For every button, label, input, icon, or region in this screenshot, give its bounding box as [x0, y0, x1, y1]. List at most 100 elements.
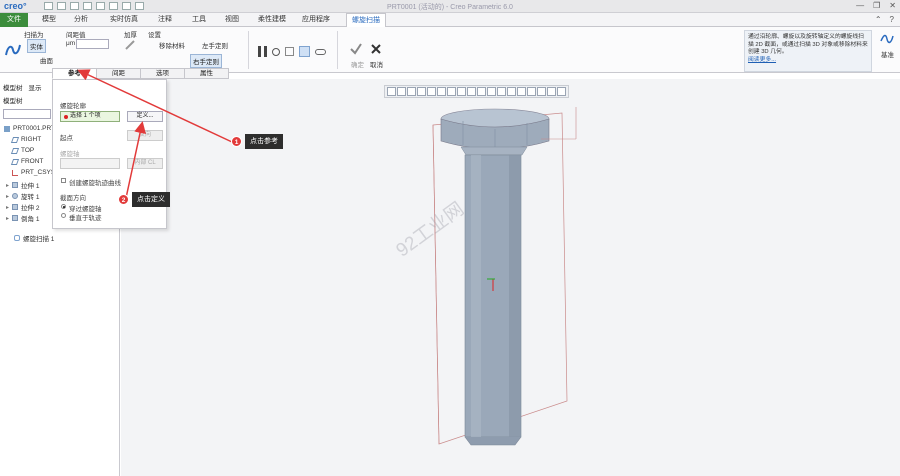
tree-item-revolve-1[interactable]: ▸ 旋转 1: [6, 191, 39, 201]
pause-icon[interactable]: [258, 46, 267, 57]
tab-analysis[interactable]: 分析: [66, 13, 96, 27]
pitch-label: 间距值: [66, 32, 86, 39]
tab-flexible-modeling[interactable]: 柔性建模: [254, 13, 290, 27]
csys-icon: [12, 169, 18, 176]
section-direction-label: 截面方向: [60, 195, 86, 202]
tree-item-extrude-1[interactable]: ▸ 拉伸 1: [6, 180, 39, 190]
tab-display[interactable]: 显示: [26, 79, 45, 93]
expand-icon[interactable]: ⌃: [875, 15, 882, 24]
helix-profile-collector[interactable]: 选择 1 个项: [60, 111, 120, 122]
read-more-link[interactable]: 阅读更多...: [748, 57, 776, 63]
restore-icon[interactable]: ❐: [873, 1, 880, 10]
tab-annotate[interactable]: 注释: [150, 13, 180, 27]
normal-to-trajectory-radio[interactable]: [61, 213, 66, 218]
tree-item-front[interactable]: FRONT: [10, 158, 43, 165]
define-button[interactable]: 定义...: [127, 111, 163, 122]
pause-preview-group: [258, 46, 326, 57]
expand-arrow-icon[interactable]: ▸: [6, 204, 9, 211]
expand-arrow-icon[interactable]: ▸: [6, 193, 9, 200]
thicken-icon[interactable]: [125, 40, 135, 50]
tab-tools[interactable]: 工具: [184, 13, 214, 27]
tree-item-label: 倒角 1: [21, 216, 40, 223]
feature-description: 通过沿轮廓、螺旋以及旋转轴定义的螺旋线扫描 2D 截面，或通过扫描 3D 对象或…: [744, 30, 872, 72]
expand-arrow-icon[interactable]: ▸: [6, 215, 9, 222]
callout-click-define: 点击定义: [132, 192, 170, 207]
tab-model-tree[interactable]: 模型树: [0, 79, 26, 93]
callout-badge-2: 2: [118, 194, 129, 205]
pitch-unit: μm: [66, 40, 76, 47]
menu-bar: 文件 模型 分析 实时仿真 注释 工具 视图 柔性建模 应用程序 螺旋扫描 ⌃ …: [0, 13, 900, 27]
tree-item-extrude-2[interactable]: ▸ 拉伸 2: [6, 202, 39, 212]
preview-icon[interactable]: [285, 47, 294, 56]
sweep-as-label: 扫描为: [24, 32, 44, 39]
menubar-right-icons: ⌃ ?: [875, 15, 894, 24]
check-icon[interactable]: [350, 43, 362, 55]
internal-cl-button[interactable]: 内部 CL: [127, 158, 163, 169]
plane-icon: [10, 136, 20, 143]
datum-icon[interactable]: [880, 33, 894, 45]
remove-material-button[interactable]: 移除材料: [159, 40, 185, 50]
stop-icon[interactable]: [272, 48, 280, 56]
helical-sweep-icon: [5, 44, 21, 56]
tab-options[interactable]: 选项: [140, 68, 185, 79]
tree-item-part[interactable]: PRT0001.PRT: [4, 125, 55, 132]
tree-item-label: 拉伸 1: [21, 183, 40, 190]
tree-item-label: PRT0001.PRT: [13, 125, 56, 132]
through-axis-radio[interactable]: [61, 204, 66, 209]
tree-item-right[interactable]: RIGHT: [10, 136, 41, 143]
settings-label: 设置: [148, 32, 161, 39]
helix-axis-label: 螺旋轴: [60, 151, 80, 158]
create-curve-label: 创建螺旋轨迹曲线: [69, 180, 121, 187]
window-title: PRT0001 (活动的) - Creo Parametric 6.0: [387, 4, 513, 11]
tab-properties[interactable]: 属性: [184, 68, 229, 79]
callout-badge-1: 1: [231, 136, 242, 147]
expand-arrow-icon[interactable]: ▸: [6, 182, 9, 189]
thicken-label: 加厚: [124, 32, 137, 39]
helical-sweep-tree-icon: [14, 235, 20, 241]
model-tree-label[interactable]: 模型树: [3, 95, 23, 105]
dashboard-subtabs: 参考 间距 选项 属性: [52, 68, 229, 79]
tree-item-label: 螺旋扫描 1: [23, 236, 55, 243]
tab-helical-sweep[interactable]: 螺旋扫描: [346, 13, 386, 27]
help-icon[interactable]: ?: [890, 15, 894, 24]
tab-pitch[interactable]: 间距: [96, 68, 141, 79]
tab-references[interactable]: 参考: [52, 68, 97, 79]
tab-live-simulation[interactable]: 实时仿真: [106, 13, 142, 27]
flip-start-button[interactable]: 反向: [127, 130, 163, 141]
start-point-label: 起点: [60, 135, 73, 142]
close-icon[interactable]: ✕: [889, 1, 896, 10]
right-hand-button[interactable]: 右手定则: [190, 54, 222, 68]
left-hand-button[interactable]: 左手定则: [202, 40, 228, 50]
tree-item-chamfer-1[interactable]: ▸ 倒角 1: [6, 213, 39, 223]
pitch-input[interactable]: [76, 39, 109, 49]
tree-filter-input[interactable]: [3, 109, 51, 119]
minimize-icon[interactable]: —: [856, 1, 864, 10]
description-text: 通过沿轮廓、螺旋以及旋转轴定义的螺旋线扫描 2D 截面，或通过扫描 3D 对象或…: [748, 34, 868, 55]
verify-icon[interactable]: [299, 46, 310, 57]
tab-applications[interactable]: 应用程序: [298, 13, 334, 27]
tree-item-label: TOP: [21, 147, 35, 154]
collector-text: 选择 1 个项: [70, 113, 101, 119]
helix-axis-field[interactable]: [60, 158, 120, 169]
ribbon: 扫描为 实体 曲面 间距值 μm 加厚 设置 移除材料 左手定则 右手定则 确定…: [0, 27, 900, 73]
required-dot-icon: [64, 115, 68, 119]
datum-label[interactable]: 基准: [881, 49, 894, 59]
tree-item-label: 拉伸 2: [21, 205, 40, 212]
cancel-button[interactable]: 取消: [370, 59, 383, 69]
plane-icon: [10, 158, 20, 165]
surface-button[interactable]: 曲面: [40, 55, 53, 65]
tree-item-label: 旋转 1: [21, 194, 40, 201]
create-curve-checkbox[interactable]: [61, 178, 66, 183]
cancel-icon[interactable]: [371, 44, 381, 54]
tab-file[interactable]: 文件: [0, 13, 28, 27]
tab-view[interactable]: 视图: [217, 13, 247, 27]
window-controls: — ❐ ✕: [856, 1, 896, 10]
tree-item-top[interactable]: TOP: [10, 147, 35, 154]
confirm-button[interactable]: 确定: [351, 59, 364, 69]
tree-item-helical-sweep-1[interactable]: 螺旋扫描 1: [14, 233, 54, 243]
left-pane-tabs: 模型树 显示: [0, 79, 52, 93]
glasses-icon[interactable]: [315, 49, 326, 55]
tab-model[interactable]: 模型: [34, 13, 64, 27]
extrude-icon: [12, 182, 19, 188]
solid-button[interactable]: 实体: [27, 39, 46, 53]
